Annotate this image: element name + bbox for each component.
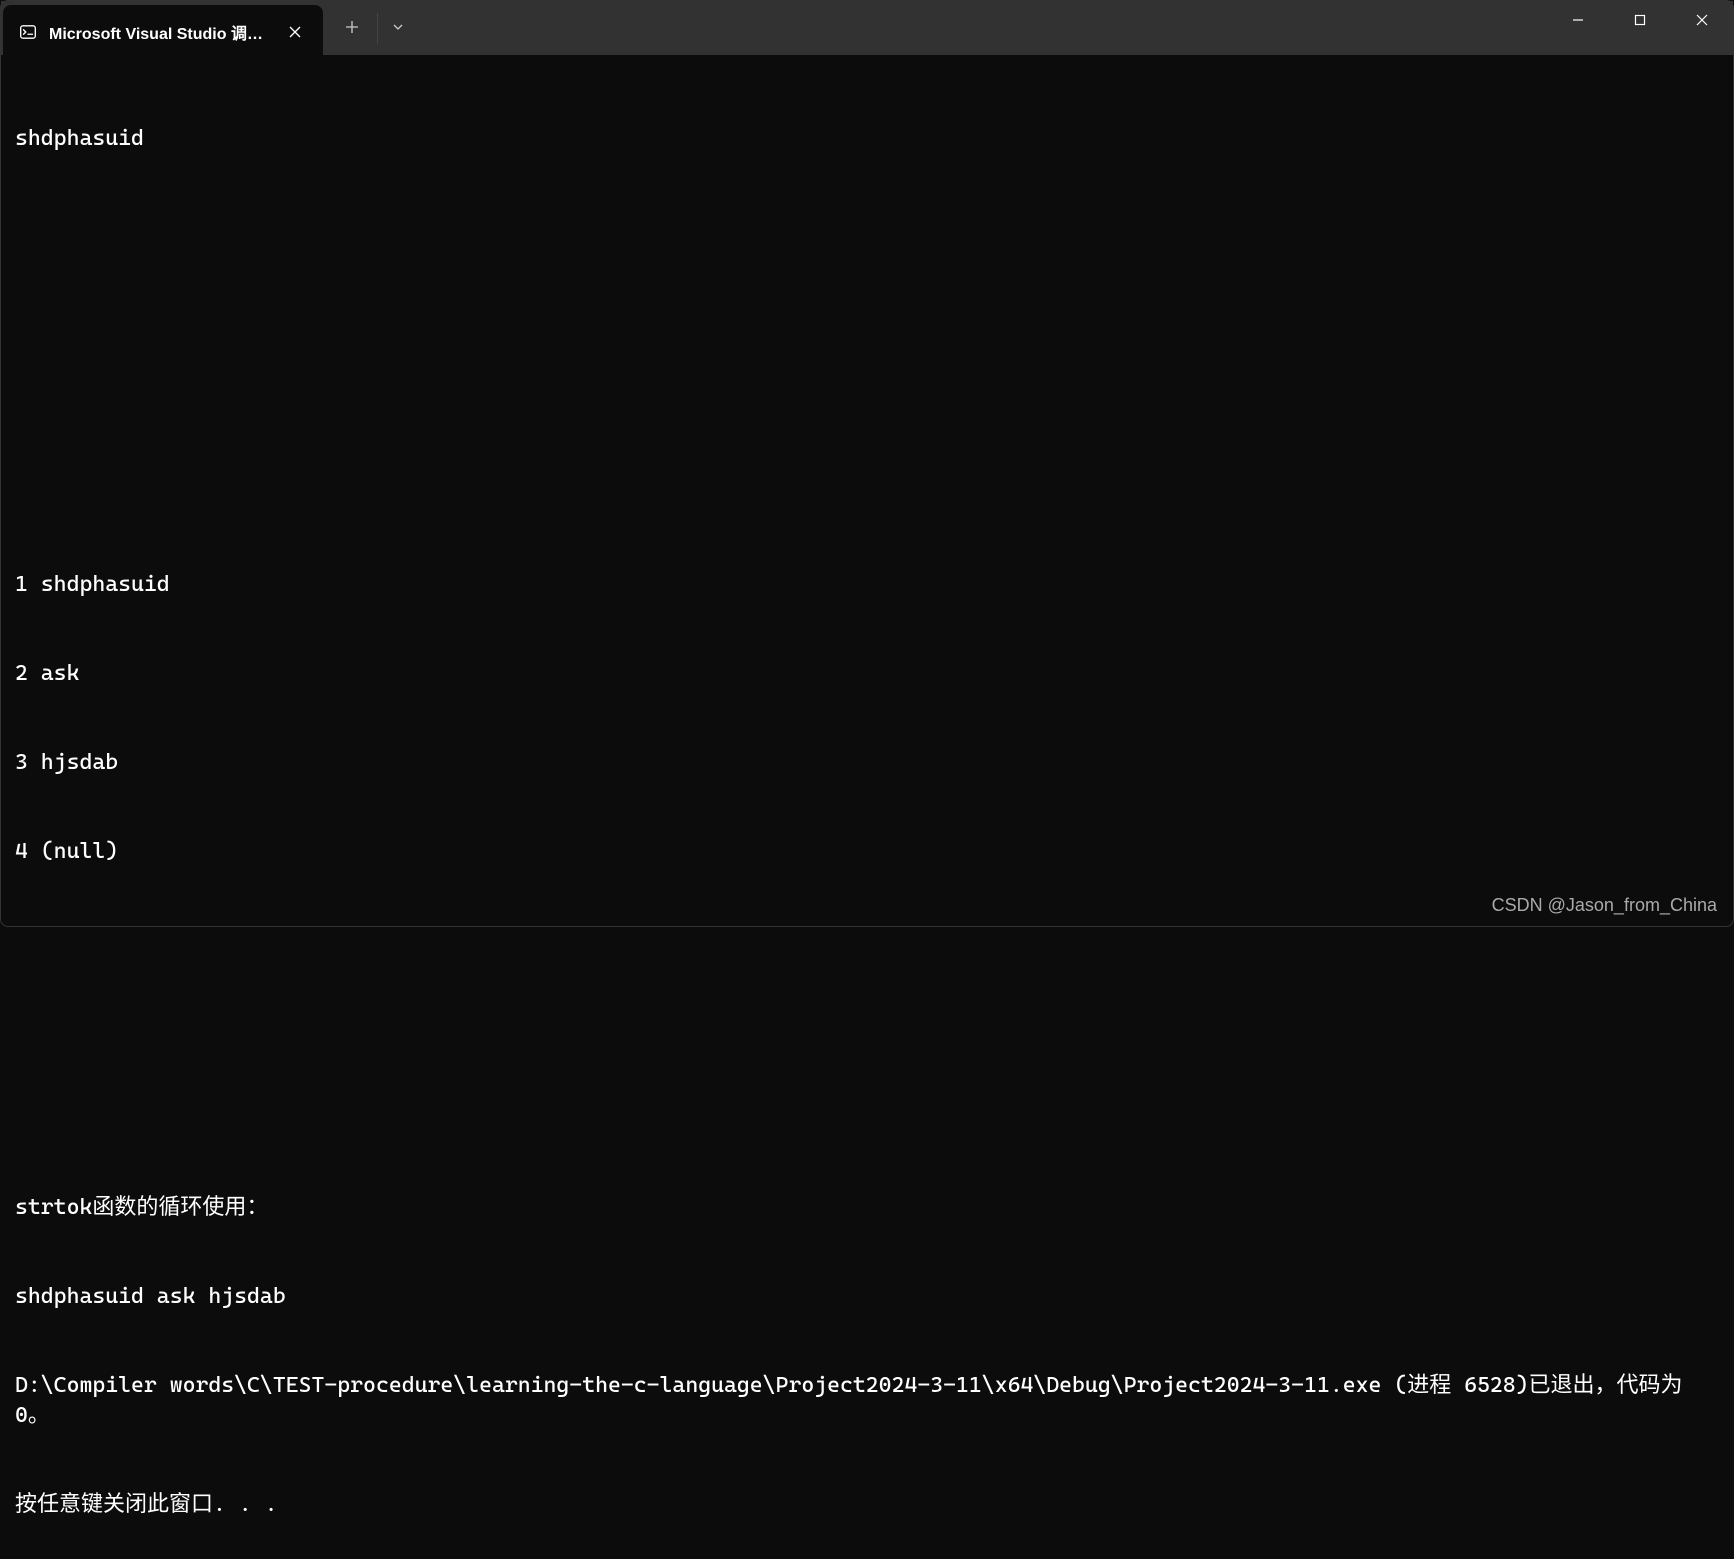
minimize-button[interactable] xyxy=(1547,1,1609,39)
tabs-area: Microsoft Visual Studio 调试控 xyxy=(1,1,418,55)
output-line: 1 shdphasuid xyxy=(15,570,1719,600)
new-tab-button[interactable] xyxy=(331,10,373,47)
window-close-button[interactable] xyxy=(1671,1,1733,39)
watermark: CSDN @Jason_from_China xyxy=(1492,895,1717,916)
maximize-button[interactable] xyxy=(1609,1,1671,39)
terminal-output[interactable]: shdphasuid 1 shdphasuid 2 ask 3 hjsdab 4… xyxy=(1,55,1733,1559)
output-line xyxy=(15,1015,1719,1045)
output-line: strtok函数的循环使用： xyxy=(15,1193,1719,1223)
terminal-icon xyxy=(19,23,37,41)
output-line xyxy=(15,213,1719,243)
tab-title: Microsoft Visual Studio 调试控 xyxy=(49,20,271,44)
close-icon[interactable] xyxy=(283,19,307,46)
output-line xyxy=(15,303,1719,333)
output-line: D:\Compiler words\C\TEST-procedure\learn… xyxy=(15,1371,1719,1430)
output-line: shdphasuid ask hjsdab xyxy=(15,1282,1719,1312)
tab-dropdown-button[interactable] xyxy=(377,13,418,44)
output-line: 2 ask xyxy=(15,659,1719,689)
titlebar: Microsoft Visual Studio 调试控 xyxy=(1,1,1733,55)
output-line: 按任意键关闭此窗口. . . xyxy=(15,1490,1719,1520)
output-line xyxy=(15,481,1719,511)
output-line: shdphasuid xyxy=(15,124,1719,154)
output-line: 4 (null) xyxy=(15,837,1719,867)
tab-active[interactable]: Microsoft Visual Studio 调试控 xyxy=(3,5,323,59)
output-line xyxy=(15,1104,1719,1134)
output-line xyxy=(15,392,1719,422)
output-line: 3 hjsdab xyxy=(15,748,1719,778)
output-line xyxy=(15,926,1719,956)
window-controls xyxy=(1547,1,1733,55)
